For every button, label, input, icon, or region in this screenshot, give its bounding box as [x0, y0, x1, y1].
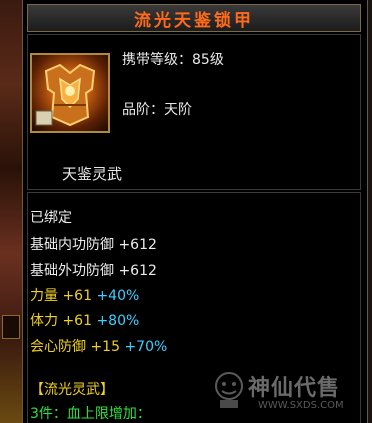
item-set-name: 天鉴灵武 — [62, 165, 123, 183]
stat-row-outer-defense: 基础外功防御 +612 — [30, 260, 157, 280]
item-tooltip: 流光天鉴锁甲 携带等级：85级 品阶：天阶 天鉴灵武 已绑定 基础内功防御 +6… — [22, 0, 368, 423]
stat-label: 基础内功防御 — [30, 237, 114, 253]
stat-value: +61 — [62, 313, 92, 329]
set-title: 【流光灵武】 — [30, 382, 114, 398]
golden-armor-icon — [30, 53, 110, 133]
carry-level: 携带等级：85级 — [122, 52, 224, 68]
stat-row-crit-defense: 会心防御 +15 +70% — [30, 336, 167, 356]
stat-bonus: +40% — [96, 288, 140, 304]
background-character-art — [0, 0, 22, 423]
stat-label: 体力 — [30, 313, 58, 329]
stat-label: 会心防御 — [30, 339, 86, 355]
stat-row-stamina: 体力 +61 +80% — [30, 310, 139, 330]
item-header-section: 携带等级：85级 品阶：天阶 天鉴灵武 — [27, 34, 361, 190]
stat-row-strength: 力量 +61 +40% — [30, 285, 139, 305]
item-title-bar: 流光天鉴锁甲 — [27, 4, 361, 32]
stat-value: +61 — [62, 288, 92, 304]
watermark-url: WWW.SXDS.COM — [258, 400, 344, 411]
watermark-text: 神仙代售 — [248, 376, 341, 401]
stat-bonus: +80% — [96, 313, 140, 329]
stat-value: +612 — [118, 263, 157, 279]
stat-row-inner-defense: 基础内功防御 +612 — [30, 234, 157, 254]
watermark-logo-icon — [212, 370, 246, 414]
stat-label: 基础外功防御 — [30, 263, 114, 279]
stat-value: +15 — [90, 339, 120, 355]
item-name: 流光天鉴锁甲 — [134, 10, 254, 31]
item-grade: 品阶：天阶 — [122, 102, 192, 118]
stat-bonus: +70% — [124, 339, 168, 355]
stat-value: +612 — [118, 237, 157, 253]
background-frame-notch — [2, 315, 20, 339]
stat-label: 力量 — [30, 288, 58, 304]
bound-status: 已绑定 — [30, 210, 72, 226]
set-bonus-line: 3件：血上限增加： — [30, 406, 151, 422]
